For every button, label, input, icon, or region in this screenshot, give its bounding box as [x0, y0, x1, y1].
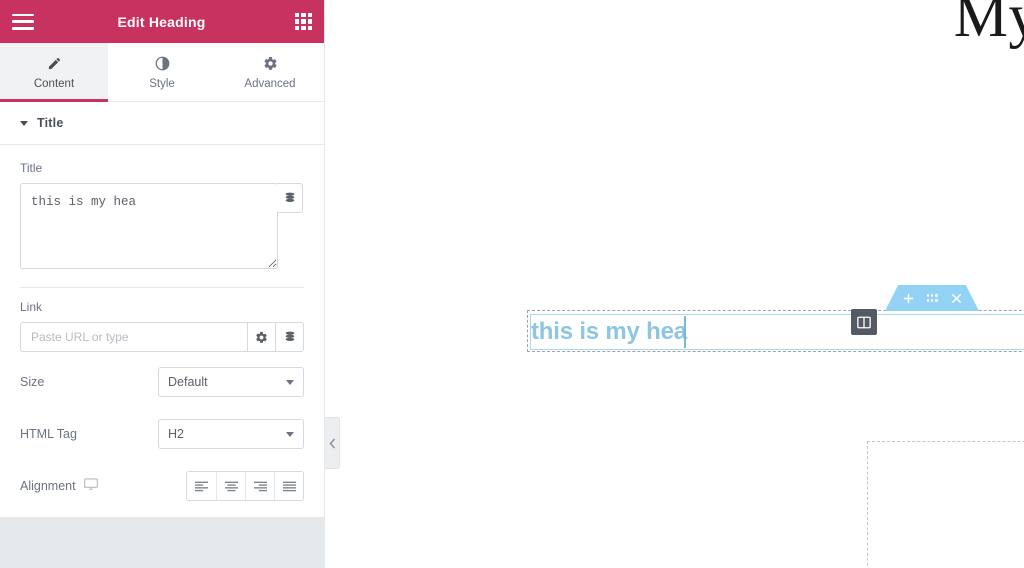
tab-content-label: Content: [33, 77, 75, 90]
grid-widgets-icon[interactable]: [295, 13, 312, 30]
alignment-buttons: [186, 471, 304, 501]
control-title-label: Title: [20, 161, 43, 175]
section-toolbar: [885, 285, 979, 311]
page-title: Example Page: [650, 192, 1024, 246]
preview-canvas: My Great Website JUST ANOTHER WORDPRESS …: [325, 0, 1024, 568]
control-title: Title: [20, 149, 304, 273]
control-size-label: Size: [20, 375, 45, 389]
section-title-header[interactable]: Title: [0, 102, 324, 145]
control-alignment: Alignment: [20, 460, 304, 512]
site-title: My Great Website: [953, 0, 1024, 50]
panel-header: Edit Heading: [0, 0, 324, 43]
link-input-row: [20, 322, 304, 352]
plus-icon[interactable]: [903, 293, 914, 304]
control-size: Size Default: [20, 356, 304, 408]
align-left-icon[interactable]: [187, 472, 216, 500]
size-select[interactable]: Default: [158, 367, 304, 397]
tab-advanced-label: Advanced: [244, 77, 296, 90]
drag-dots-icon[interactable]: [926, 294, 938, 302]
size-select-wrapper: Default: [158, 367, 304, 397]
editor-panel: Edit Heading Content Style Advanced Titl…: [0, 0, 325, 568]
control-alignment-label: Alignment: [20, 479, 76, 493]
control-html-tag-label: HTML Tag: [20, 427, 77, 441]
title-input-row: [20, 183, 304, 269]
panel-footer: [0, 517, 324, 568]
controls-wrapper: Title Link: [0, 145, 324, 512]
panel-collapse-handle[interactable]: [325, 417, 340, 469]
heading-widget-text[interactable]: this is my hea: [531, 318, 687, 346]
control-link-label: Link: [20, 300, 43, 314]
gear-icon: [263, 55, 278, 73]
tab-content[interactable]: Content: [0, 43, 108, 102]
link-options-gear-icon[interactable]: [248, 322, 276, 352]
site-tagline: JUST ANOTHER WORDPRESS SITE: [650, 62, 1024, 74]
tab-style-label: Style: [149, 77, 175, 90]
elementor-editor: Edit Heading Content Style Advanced Titl…: [0, 0, 1024, 568]
link-dynamic-tags-icon[interactable]: [276, 322, 304, 352]
control-link: Link: [20, 288, 304, 356]
chevron-left-icon: [328, 437, 335, 449]
align-right-icon[interactable]: [245, 472, 274, 500]
control-html-tag: HTML Tag H2: [20, 408, 304, 460]
section-title-label: Title: [37, 116, 64, 130]
panel-title: Edit Heading: [117, 13, 206, 30]
dynamic-tags-icon[interactable]: [277, 183, 303, 213]
tab-style[interactable]: Style: [108, 43, 216, 101]
pencil-icon: [47, 55, 62, 73]
panel-body: Title Title this is my hea Link Paste UR…: [0, 102, 324, 517]
caret-down-icon: [20, 120, 28, 126]
align-center-icon[interactable]: [216, 472, 245, 500]
panel-tabs: Content Style Advanced: [0, 43, 324, 102]
close-icon[interactable]: [951, 293, 962, 304]
html-tag-select[interactable]: H2: [158, 419, 304, 449]
control-alignment-label-wrap: Alignment: [20, 478, 186, 494]
tab-advanced[interactable]: Advanced: [216, 43, 324, 101]
align-justify-icon[interactable]: [274, 472, 303, 500]
desktop-icon[interactable]: [83, 478, 98, 494]
text-caret: [684, 316, 686, 348]
column-edit-icon[interactable]: [851, 309, 877, 335]
empty-section-dropzone[interactable]: [867, 441, 1024, 568]
html-tag-select-wrapper: H2: [158, 419, 304, 449]
link-input[interactable]: [20, 322, 248, 352]
contrast-circle-icon: [155, 55, 170, 73]
title-textarea[interactable]: [20, 183, 278, 269]
